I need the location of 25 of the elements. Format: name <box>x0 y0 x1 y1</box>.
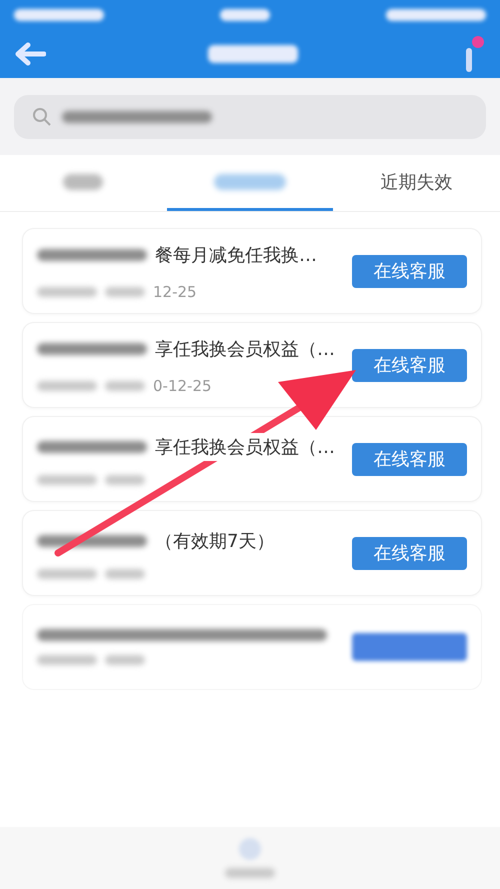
online-service-button[interactable]: 在线客服 <box>352 254 467 288</box>
blurred-text <box>105 381 145 391</box>
blurred-button[interactable] <box>352 633 467 661</box>
item-date: 0-12-25 <box>153 377 212 395</box>
blurred-text <box>37 569 97 579</box>
online-service-button[interactable]: 在线客服 <box>352 536 467 570</box>
blurred-text <box>105 287 145 297</box>
blurred-text <box>225 868 275 878</box>
blurred-text <box>105 655 145 665</box>
back-arrow-icon[interactable] <box>14 42 46 66</box>
tab[interactable]: 近期失效 <box>333 155 500 211</box>
blurred-text <box>37 655 97 665</box>
online-service-button[interactable]: 在线客服 <box>352 442 467 476</box>
online-service-button[interactable]: 在线客服 <box>352 348 467 382</box>
search-field[interactable] <box>14 94 486 138</box>
blurred-text <box>37 381 97 391</box>
item-date: 12-25 <box>153 283 197 301</box>
item-title: 享任我换会员权益（… <box>155 433 335 461</box>
search-icon <box>32 106 52 126</box>
blurred-text <box>105 569 145 579</box>
blurred-icon[interactable] <box>239 838 261 860</box>
blurred-text <box>37 475 97 485</box>
blurred-text <box>220 9 270 21</box>
blurred-text <box>105 475 145 485</box>
blurred-text <box>37 287 97 297</box>
